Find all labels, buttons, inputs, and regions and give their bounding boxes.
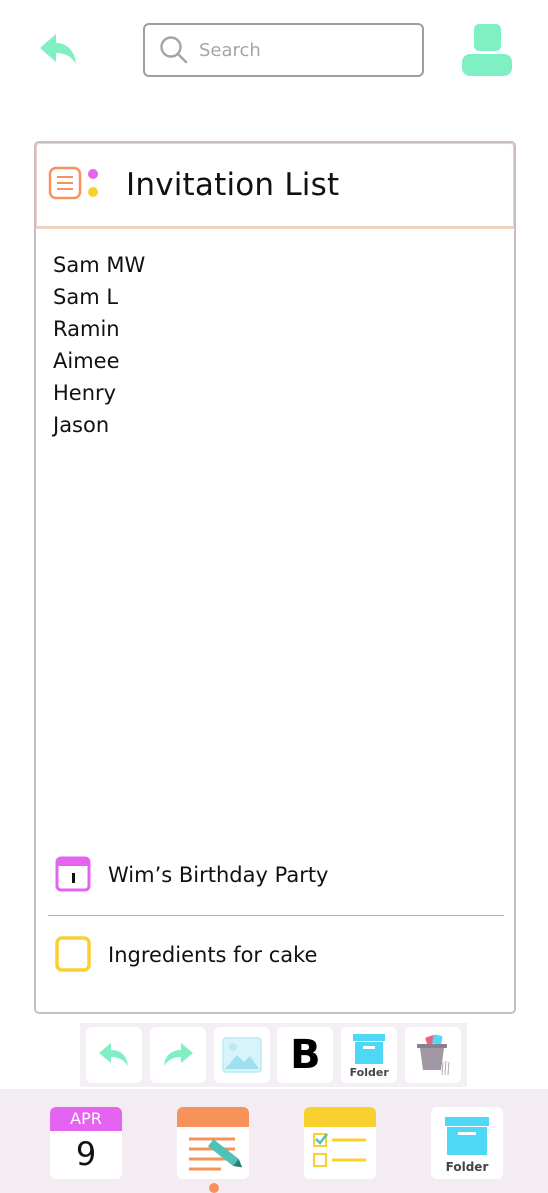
note-card: Invitation List Sam MW Sam L Ramin Aimee… — [34, 141, 516, 1014]
calendar-day: 9 — [75, 1135, 97, 1173]
insert-image-button[interactable] — [213, 1027, 270, 1083]
folder-label: Folder — [445, 1160, 489, 1174]
delete-button[interactable] — [404, 1027, 461, 1083]
linked-checklist[interactable]: Ingredients for cake — [48, 935, 504, 975]
divider — [48, 915, 504, 916]
redo-button[interactable] — [149, 1027, 206, 1083]
redo-icon — [163, 1043, 193, 1066]
linked-event[interactable]: Wim’s Birthday Party — [48, 855, 504, 895]
search-icon — [160, 36, 188, 64]
editor-toolbar: B Folder — [80, 1023, 467, 1087]
bold-button[interactable]: B — [277, 1027, 334, 1083]
image-icon — [221, 1037, 262, 1073]
folder-label: Folder — [349, 1066, 389, 1079]
calendar-event-icon — [55, 856, 91, 892]
list-item: Henry — [53, 381, 117, 405]
nav-folder[interactable]: Folder — [431, 1107, 503, 1179]
folder-box-icon — [353, 1034, 386, 1064]
bottom-nav: APR 9 Folder — [0, 1089, 548, 1193]
trash-icon — [416, 1034, 450, 1076]
note-title[interactable]: Invitation List — [126, 167, 339, 203]
nav-checklist[interactable] — [304, 1107, 376, 1179]
search-input[interactable] — [199, 39, 399, 61]
notes-pencil-icon — [177, 1107, 249, 1171]
linked-checklist-label: Ingredients for cake — [108, 943, 318, 967]
note-header: Invitation List — [36, 143, 514, 229]
calendar-month: APR — [50, 1107, 122, 1131]
checkbox-icon — [55, 936, 91, 972]
list-item: Sam MW — [53, 253, 146, 277]
list-item: Aimee — [53, 349, 120, 373]
search-box[interactable] — [143, 23, 424, 77]
move-to-folder-button[interactable]: Folder — [341, 1027, 398, 1083]
linked-event-label: Wim’s Birthday Party — [108, 863, 329, 887]
back-arrow-icon — [40, 34, 76, 64]
nav-calendar[interactable]: APR 9 — [50, 1107, 122, 1179]
bold-label: B — [290, 1032, 321, 1078]
user-avatar-icon — [462, 24, 512, 76]
undo-icon — [99, 1043, 128, 1066]
names-list[interactable]: Sam MW Sam L Ramin Aimee Henry Jason — [36, 229, 514, 441]
note-icon — [48, 165, 108, 205]
list-item: Jason — [53, 413, 110, 437]
list-item: Sam L — [53, 285, 119, 309]
nav-notes[interactable] — [177, 1107, 249, 1179]
checklist-icon — [304, 1107, 376, 1167]
profile-button[interactable] — [462, 24, 512, 76]
undo-button[interactable] — [86, 1027, 142, 1083]
list-item: Ramin — [53, 317, 120, 341]
back-button[interactable] — [36, 30, 82, 70]
active-indicator — [209, 1183, 219, 1193]
folder-box-icon — [445, 1117, 489, 1155]
